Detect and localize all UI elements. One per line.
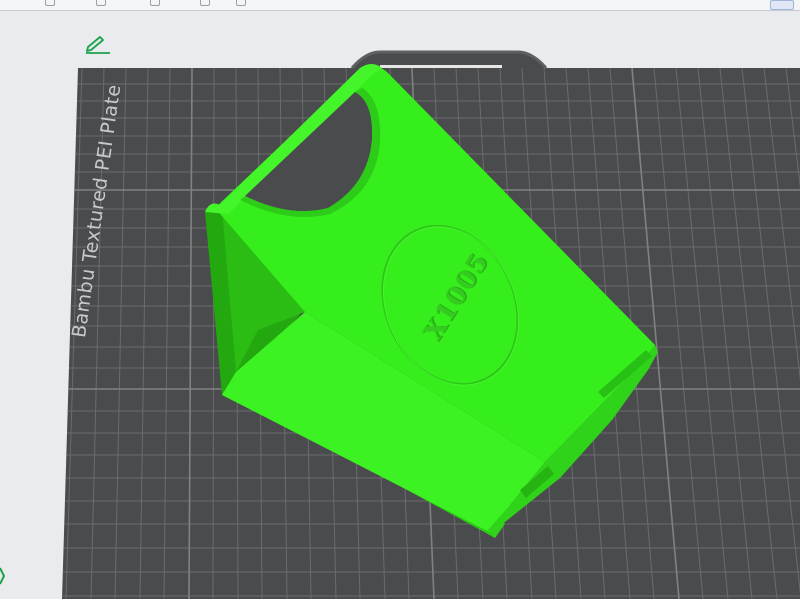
axis-marker-icon [0, 567, 6, 585]
plate-handle [380, 65, 502, 68]
